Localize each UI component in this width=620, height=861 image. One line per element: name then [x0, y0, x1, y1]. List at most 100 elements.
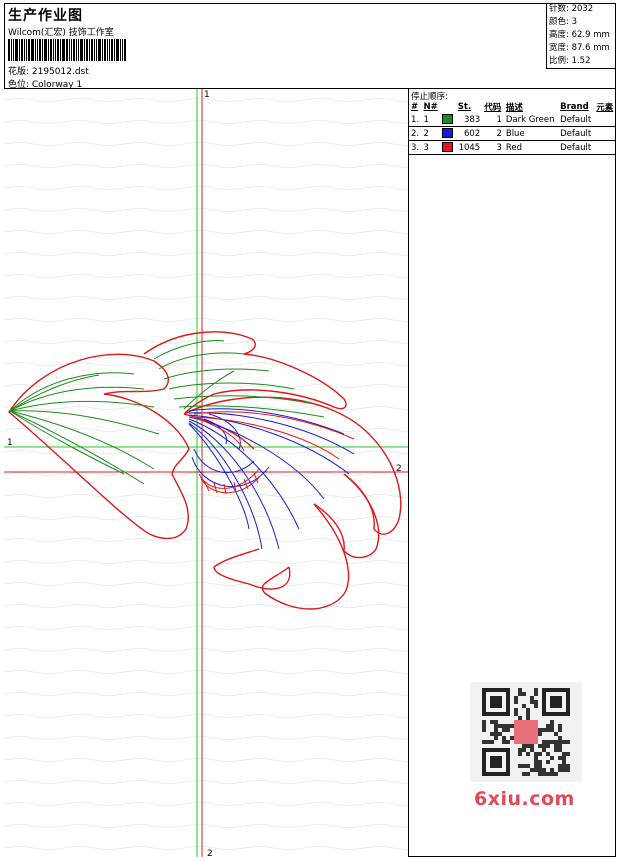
qr-module — [538, 728, 542, 732]
table-row[interactable]: 1. 1 383 1 Dark Green Default — [409, 113, 616, 127]
qr-module — [502, 728, 506, 732]
barcode-bar — [35, 39, 36, 61]
qr-module — [538, 744, 542, 748]
row-code: 1 — [482, 113, 504, 127]
qr-module — [530, 700, 534, 704]
qr-module — [550, 768, 554, 772]
barcode-bar — [60, 39, 61, 61]
qr-module — [534, 700, 538, 704]
design-canvas[interactable]: 1 1 2 2 — [4, 89, 409, 857]
qr-module — [542, 768, 546, 772]
qr-module — [502, 736, 506, 740]
qr-module — [514, 696, 518, 700]
qr-module — [534, 756, 538, 760]
barcode-bar — [71, 39, 72, 61]
row-stitches: 383 — [455, 113, 483, 127]
barcode-bar — [78, 39, 79, 61]
qr-module — [490, 740, 494, 744]
table-row[interactable]: 3. 3 1045 3 Red Default — [409, 140, 616, 155]
qr-module — [542, 728, 546, 732]
qr-module — [534, 768, 538, 772]
row-index: 3. — [409, 140, 422, 155]
qr-module — [518, 752, 522, 756]
qr-stamp-logo — [514, 720, 538, 744]
barcode-bar — [15, 39, 18, 61]
col-description: 描述 — [505, 103, 523, 113]
barcode — [8, 39, 148, 61]
barcode-bar — [24, 39, 25, 61]
stats-panel: 针数: 2032 颜色: 3 高度: 62.9 mm 宽度: 87.6 mm 比… — [546, 3, 616, 69]
qr-module — [550, 720, 554, 724]
qr-module — [558, 728, 562, 732]
row-index: 2. — [409, 126, 422, 141]
qr-module — [506, 740, 510, 744]
barcode-bar — [48, 39, 49, 61]
row-description: Blue — [503, 126, 559, 141]
barcode-bar — [39, 39, 41, 61]
qr-module — [490, 732, 494, 736]
qr-module — [542, 740, 546, 744]
barcode-bar — [53, 39, 54, 61]
qr-module — [534, 692, 538, 696]
qr-module — [506, 728, 510, 732]
barcode-bar — [19, 39, 20, 61]
barcode-bar — [42, 39, 43, 61]
qr-module — [494, 728, 498, 732]
qr-module — [542, 744, 546, 748]
row-code: 2 — [482, 126, 504, 141]
barcode-bar — [50, 39, 52, 61]
qr-module — [538, 752, 542, 756]
embroidery-preview: 1 1 2 2 — [4, 89, 408, 857]
barcode-bar — [69, 39, 70, 61]
barcode-bar — [84, 39, 85, 61]
qr-module — [530, 748, 534, 752]
barcode-bar — [89, 39, 90, 61]
barcode-bar — [86, 39, 88, 61]
qr-module — [482, 724, 486, 728]
qr-module — [494, 720, 498, 724]
col-elements: 元素 — [596, 103, 614, 113]
barcode-bar — [124, 39, 126, 61]
barcode-bar — [122, 39, 123, 61]
qr-module — [526, 772, 530, 776]
qr-module — [514, 712, 518, 716]
qr-module — [542, 748, 546, 752]
qr-module — [494, 736, 498, 740]
qr-module — [482, 740, 486, 744]
barcode-bar — [26, 39, 27, 61]
axis-marker-left: 1 — [7, 438, 13, 448]
row-brand: Default — [558, 140, 595, 155]
barcode-bar — [107, 39, 108, 61]
qr-module — [534, 688, 538, 692]
barcode-bar — [98, 39, 101, 61]
qr-module — [538, 732, 542, 736]
axis-marker-bottom: 2 — [207, 849, 213, 857]
qr-module — [554, 732, 558, 736]
qr-module — [530, 768, 534, 772]
company-name: Wilcom(汇宏) 技饰工作室 — [8, 28, 114, 38]
qr-module — [550, 756, 554, 760]
qr-module — [538, 772, 542, 776]
qr-module — [546, 728, 550, 732]
page-title: 生产作业图 — [8, 8, 83, 24]
qr-code — [470, 682, 582, 782]
barcode-bar — [94, 39, 95, 61]
qr-module — [522, 744, 526, 748]
table-row[interactable]: 2. 2 602 2 Blue Default — [409, 126, 616, 141]
qr-module — [522, 772, 526, 776]
qr-module — [546, 740, 550, 744]
barcode-bar — [11, 39, 12, 61]
barcode-bar — [73, 39, 75, 61]
qr-module — [546, 760, 550, 764]
qr-module — [522, 704, 526, 708]
qr-module — [554, 744, 558, 748]
header: 生产作业图 Wilcom(汇宏) 技饰工作室 花版: 2195012.dst 色… — [4, 3, 616, 90]
qr-module — [566, 768, 570, 772]
row-description: Dark Green — [503, 113, 559, 127]
qr-module — [514, 700, 518, 704]
barcode-bar — [120, 39, 121, 61]
qr-module — [490, 720, 494, 724]
qr-module — [526, 744, 530, 748]
qr-module — [550, 728, 554, 732]
qr-module — [558, 756, 562, 760]
